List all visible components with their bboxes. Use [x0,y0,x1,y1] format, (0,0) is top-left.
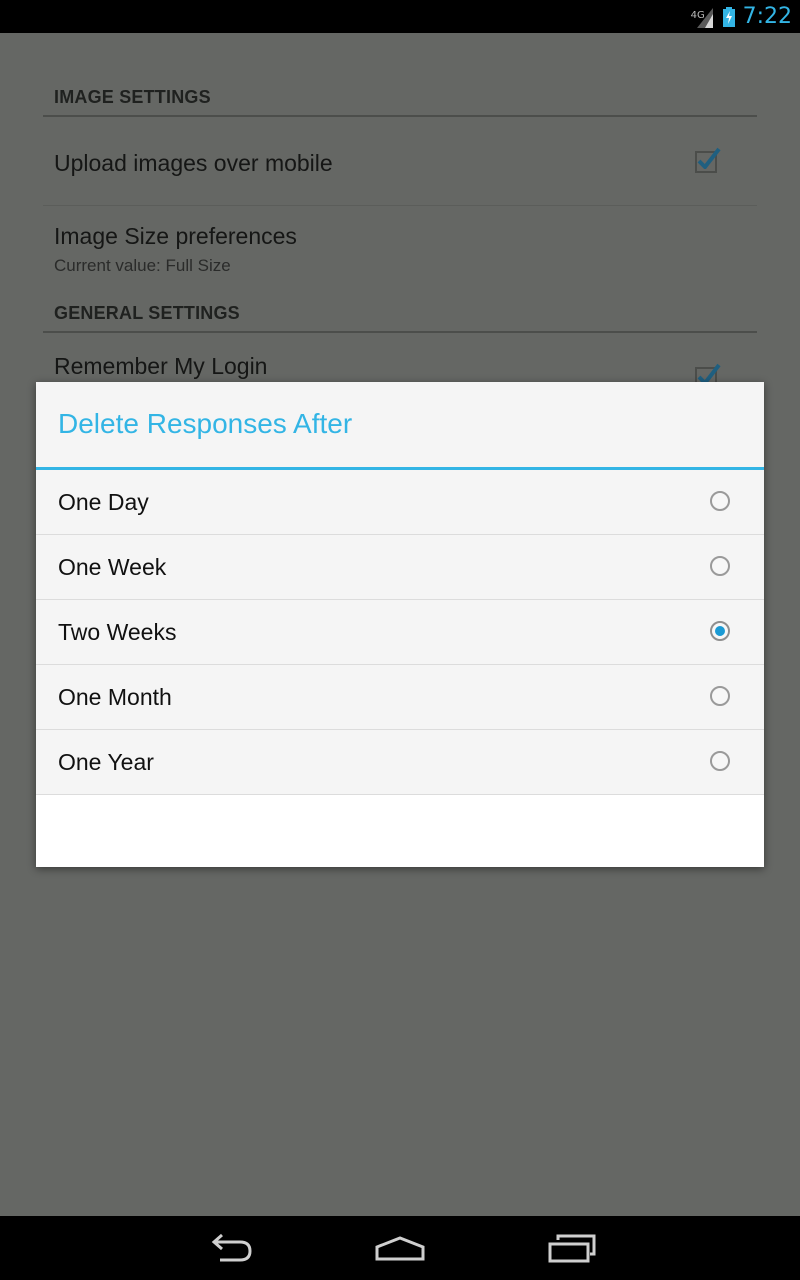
back-icon [211,1233,252,1262]
pref-image-size-summary: Current value: Full Size [54,256,231,275]
options-list: One Day One Week Two Weeks One Month One… [36,470,764,795]
clock: 7:22 [742,4,792,29]
checkmark-icon [697,147,721,169]
option-one-year[interactable]: One Year [36,730,764,795]
radio-button-selected[interactable] [710,621,730,641]
upload-images-checkbox[interactable] [695,147,721,173]
option-label: One Year [58,748,154,775]
delete-responses-dialog: Delete Responses After One Day One Week … [36,382,764,867]
network-type-label: 4G [690,9,705,21]
battery-icon [722,6,735,27]
section-header-image-settings: IMAGE SETTINGS [54,87,211,107]
radio-button[interactable] [710,556,730,576]
status-bar: 4G 7:22 [0,0,800,33]
dialog-footer [36,795,764,867]
pref-image-size-title: Image Size preferences [54,223,297,249]
radio-button[interactable] [710,751,730,771]
recents-button[interactable] [542,1230,602,1266]
navigation-bar [0,1216,800,1280]
section-divider [43,331,757,333]
option-label: One Week [58,553,167,580]
pref-upload-images-title: Upload images over mobile [54,150,333,176]
option-one-month[interactable]: One Month [36,665,764,730]
home-icon [375,1236,425,1261]
section-divider [43,115,757,117]
recents-icon [548,1234,596,1263]
option-label: Two Weeks [58,618,177,645]
option-label: One Month [58,683,172,710]
dialog-title: Delete Responses After [58,408,353,439]
back-button[interactable] [200,1230,260,1266]
option-two-weeks[interactable]: Two Weeks [36,600,764,665]
row-divider [43,205,757,206]
option-label: One Day [58,488,149,515]
home-button[interactable] [370,1230,430,1266]
signal-icon: 4G [690,6,715,28]
option-one-day[interactable]: One Day [36,470,764,535]
radio-button[interactable] [710,686,730,706]
radio-button[interactable] [710,491,730,511]
option-one-week[interactable]: One Week [36,535,764,600]
section-header-general-settings: GENERAL SETTINGS [54,303,240,323]
pref-remember-login-title: Remember My Login [54,353,268,379]
status-icons: 4G 7:22 [690,0,792,33]
